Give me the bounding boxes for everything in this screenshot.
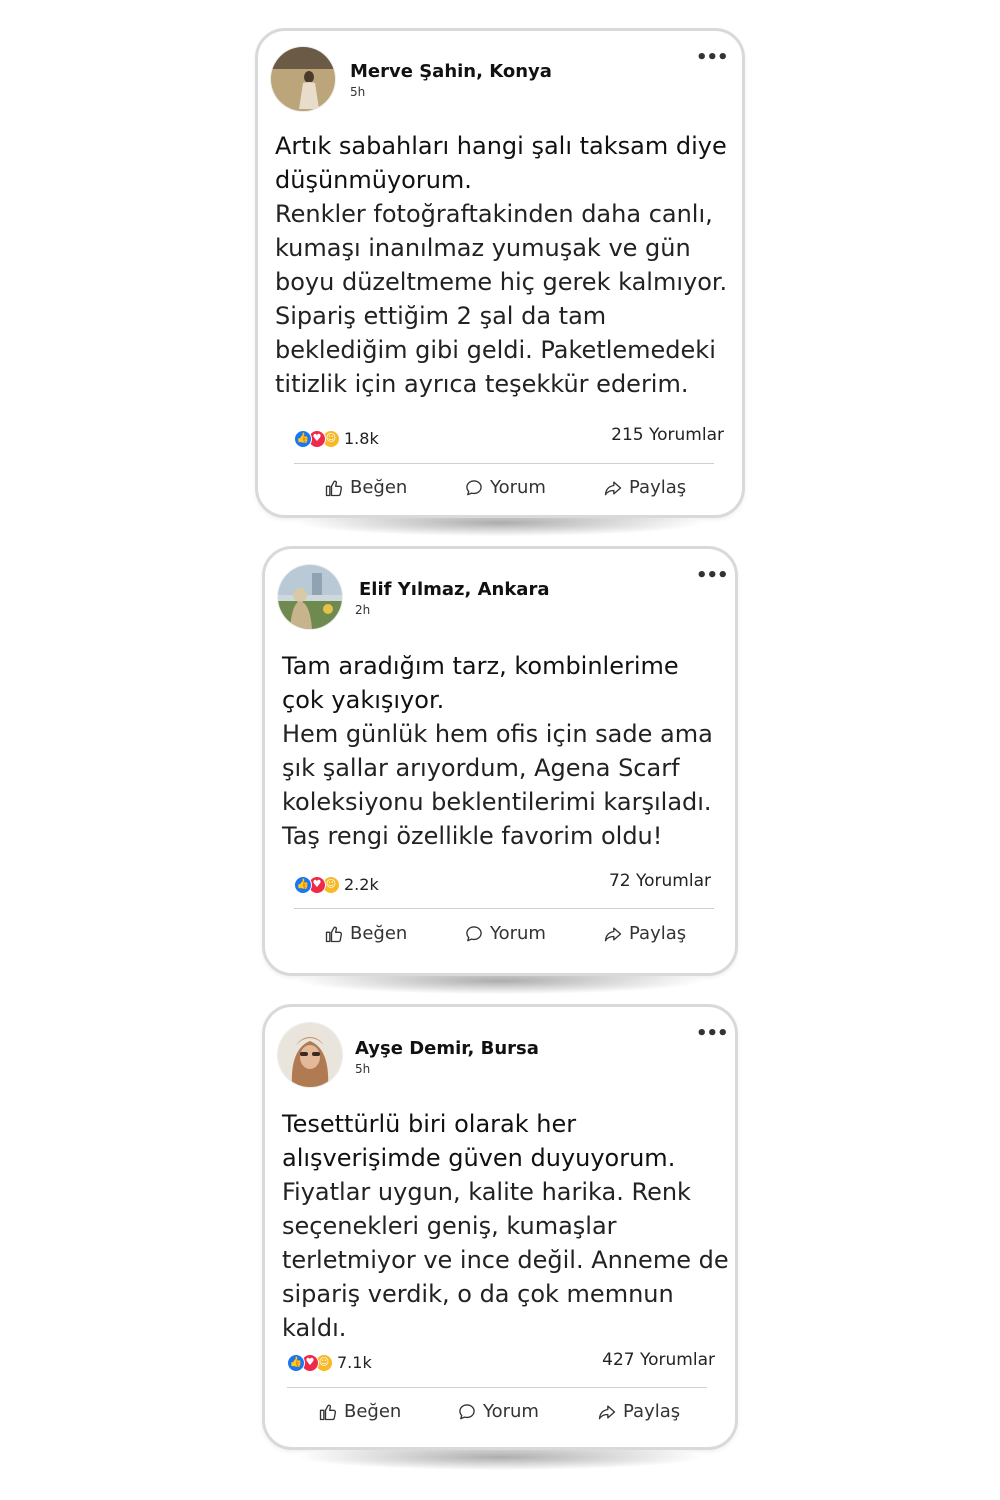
reaction-summary[interactable]: 👍 ♥ ☺ 2.2k bbox=[294, 875, 379, 894]
post-time: 2h bbox=[355, 603, 371, 617]
comment-label: Yorum bbox=[490, 477, 546, 498]
thumbs-up-icon bbox=[325, 480, 343, 496]
avatar[interactable] bbox=[278, 565, 342, 629]
like-button[interactable]: Beğen bbox=[324, 477, 407, 498]
comments-count[interactable]: 427 Yorumlar bbox=[549, 1350, 715, 1370]
thumbs-up-icon bbox=[325, 926, 343, 942]
post-card: Ayşe Demir, Bursa 5h ••• Tesettürlü biri… bbox=[262, 1004, 738, 1450]
author-name[interactable]: Ayşe Demir, Bursa bbox=[355, 1038, 539, 1059]
share-arrow-icon bbox=[598, 1405, 616, 1419]
more-options-icon[interactable]: ••• bbox=[696, 1025, 729, 1043]
avatar[interactable] bbox=[278, 1023, 342, 1087]
divider bbox=[294, 908, 714, 909]
share-label: Paylaş bbox=[629, 923, 687, 944]
comment-button[interactable]: Yorum bbox=[464, 477, 546, 498]
comment-bubble-icon bbox=[466, 925, 482, 941]
share-button[interactable]: Paylaş bbox=[603, 923, 686, 944]
post-card: Elif Yılmaz, Ankara 2h ••• Tam aradığım … bbox=[262, 546, 738, 976]
post-headline: Artık sabahları hangi şalı taksam diye d… bbox=[275, 132, 727, 194]
share-button[interactable]: Paylaş bbox=[597, 1401, 680, 1422]
post-headline: Tam aradığım tarz, kombinlerime çok yakı… bbox=[282, 652, 679, 714]
avatar-photo bbox=[278, 565, 342, 629]
like-reaction-icon: 👍 bbox=[287, 1353, 305, 1372]
post-body: Hem günlük hem ofis için sade ama şık şa… bbox=[282, 720, 713, 850]
more-options-icon[interactable]: ••• bbox=[696, 567, 729, 585]
comment-label: Yorum bbox=[490, 923, 546, 944]
reaction-summary[interactable]: 👍 ♥ ☺ 7.1k bbox=[287, 1353, 372, 1372]
comment-bubble-icon bbox=[466, 479, 482, 495]
reaction-summary[interactable]: 👍 ♥ ☺ 1.8k bbox=[294, 429, 379, 448]
share-label: Paylaş bbox=[623, 1401, 681, 1422]
like-button[interactable]: Beğen bbox=[324, 923, 407, 944]
post-headline: Tesettürlü biri olarak her alışverişimde… bbox=[282, 1110, 676, 1172]
like-label: Beğen bbox=[350, 477, 408, 498]
thumbs-up-icon bbox=[319, 1404, 337, 1420]
comments-count[interactable]: 215 Yorumlar bbox=[558, 425, 724, 445]
share-arrow-icon bbox=[604, 481, 622, 495]
reaction-count: 7.1k bbox=[337, 1353, 372, 1372]
reaction-count: 2.2k bbox=[344, 875, 379, 894]
avatar-photo bbox=[271, 47, 335, 111]
like-reaction-icon: 👍 bbox=[294, 875, 312, 894]
post-body: Fiyatlar uygun, kalite harika. Renk seçe… bbox=[282, 1178, 729, 1342]
post-body: Renkler fotoğraftakinden daha canlı, kum… bbox=[275, 200, 728, 398]
author-name[interactable]: Merve Şahin, Konya bbox=[350, 61, 552, 82]
like-label: Beğen bbox=[344, 1401, 402, 1422]
share-arrow-icon bbox=[604, 927, 622, 941]
post-text: Artık sabahları hangi şalı taksam diye d… bbox=[275, 129, 735, 401]
divider bbox=[294, 463, 714, 464]
like-reaction-icon: 👍 bbox=[294, 429, 312, 448]
post-time: 5h bbox=[355, 1062, 371, 1076]
comment-label: Yorum bbox=[483, 1401, 539, 1422]
post-text: Tam aradığım tarz, kombinlerime çok yakı… bbox=[282, 649, 728, 853]
comments-count[interactable]: 72 Yorumlar bbox=[545, 871, 711, 891]
share-button[interactable]: Paylaş bbox=[603, 477, 686, 498]
post-text: Tesettürlü biri olarak her alışverişimde… bbox=[282, 1107, 732, 1345]
avatar-photo bbox=[278, 1023, 342, 1087]
like-label: Beğen bbox=[350, 923, 408, 944]
post-card: Merve Şahin, Konya 5h ••• Artık sabahlar… bbox=[255, 28, 745, 518]
comment-button[interactable]: Yorum bbox=[464, 923, 546, 944]
author-name[interactable]: Elif Yılmaz, Ankara bbox=[359, 579, 549, 600]
comment-button[interactable]: Yorum bbox=[457, 1401, 539, 1422]
like-button[interactable]: Beğen bbox=[318, 1401, 401, 1422]
post-time: 5h bbox=[350, 85, 366, 99]
reaction-count: 1.8k bbox=[344, 429, 379, 448]
share-label: Paylaş bbox=[629, 477, 687, 498]
avatar[interactable] bbox=[271, 47, 335, 111]
comment-bubble-icon bbox=[459, 1403, 475, 1419]
more-options-icon[interactable]: ••• bbox=[696, 49, 729, 67]
divider bbox=[287, 1387, 707, 1388]
